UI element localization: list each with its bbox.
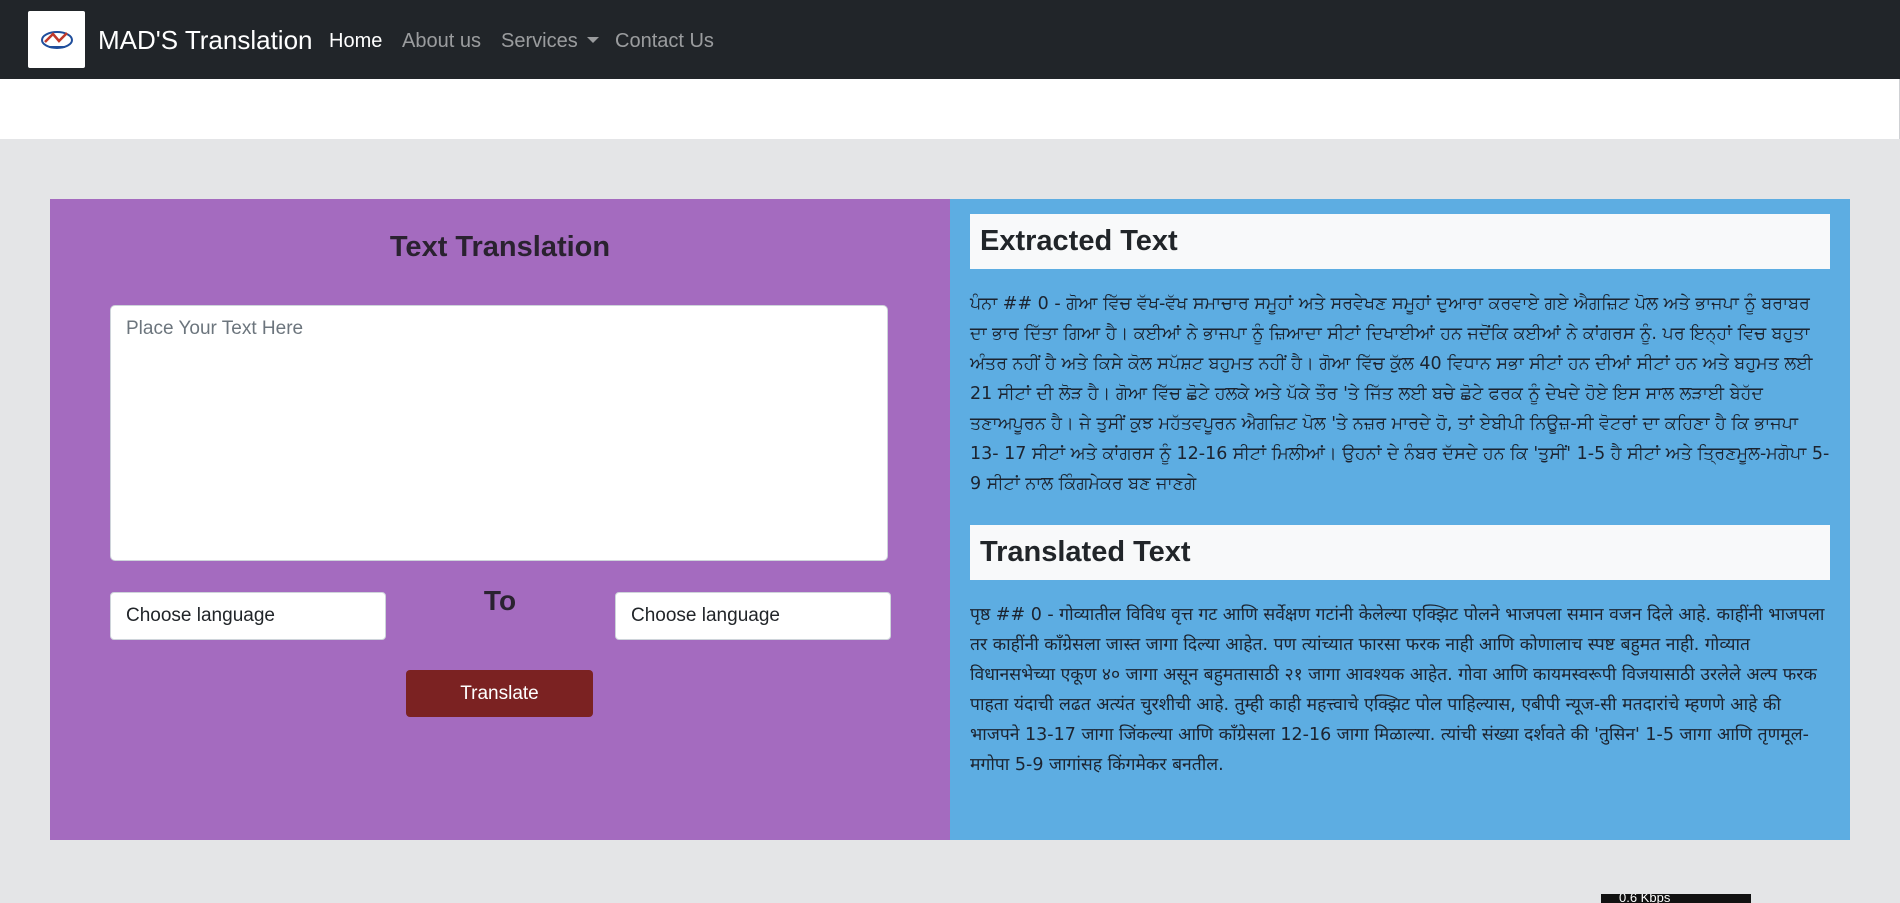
translated-text-heading: Translated Text <box>970 525 1830 580</box>
nav-link-services[interactable]: Services <box>501 28 599 54</box>
target-language-select[interactable]: Choose language <box>615 592 891 640</box>
translate-button[interactable]: Translate <box>406 670 593 717</box>
nav-link-home[interactable]: Home <box>329 28 382 54</box>
chevron-down-icon <box>586 37 599 43</box>
network-speed-text: 0.6 Kbps <box>1619 894 1671 903</box>
top-navbar: MAD'S Translation Home About us Services… <box>0 0 1900 79</box>
source-text-input[interactable] <box>110 305 888 561</box>
network-speed-overlay: 0.6 Kbps <box>1601 894 1751 903</box>
nav-link-services-label: Services <box>501 30 578 52</box>
translation-form-panel: Text Translation Choose language To Choo… <box>50 199 950 840</box>
nav-link-about-us[interactable]: About us <box>402 28 481 54</box>
results-panel: Extracted Text ਪੰਨਾ ## 0 - ਗੋਆ ਵਿੱਚ ਵੱਖ-… <box>950 199 1850 840</box>
panel-title: Text Translation <box>389 231 611 263</box>
brand-logo-icon[interactable] <box>28 11 85 68</box>
extracted-text-body: ਪੰਨਾ ## 0 - ਗੋਆ ਵਿੱਚ ਵੱਖ-ਵੱਖ ਸਮਾਚਾਰ ਸਮੂਹ… <box>970 294 1830 494</box>
nav-link-contact-us[interactable]: Contact Us <box>615 28 714 54</box>
translated-text-body: पृष्ठ ## 0 - गोव्यातील विविध वृत्त गट आण… <box>970 605 1825 775</box>
header-spacer <box>0 79 1900 139</box>
brand-name[interactable]: MAD'S Translation <box>98 24 313 56</box>
extracted-text-heading: Extracted Text <box>970 214 1830 269</box>
